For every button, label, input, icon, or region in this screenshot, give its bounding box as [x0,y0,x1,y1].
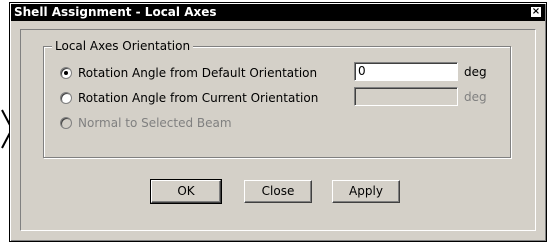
dialog-client-area: Local Axes Orientation Rotation Angle fr… [20,29,536,231]
default-angle-unit: deg [464,65,487,79]
local-axes-orientation-group: Local Axes Orientation Rotation Angle fr… [43,39,511,158]
radio-current-orientation[interactable] [60,92,72,104]
ok-button[interactable]: OK [150,179,222,204]
current-angle-input[interactable] [354,87,458,106]
close-icon[interactable]: × [530,6,542,18]
group-legend: Local Axes Orientation [52,39,194,53]
radio-selected-dot [64,71,68,75]
title-bar[interactable]: Shell Assignment - Local Axes × [11,4,545,21]
default-angle-input[interactable]: 0 [354,62,458,81]
radio-normal-to-beam[interactable] [60,117,72,129]
apply-button[interactable]: Apply [332,180,400,203]
option-label-normal-to-beam[interactable]: Normal to Selected Beam [78,116,232,130]
close-button[interactable]: Close [244,180,312,203]
current-angle-unit: deg [464,90,487,104]
window-title: Shell Assignment - Local Axes [14,5,217,19]
option-label-default-orientation[interactable]: Rotation Angle from Default Orientation [78,66,317,80]
radio-default-orientation[interactable] [60,67,72,79]
shell-assignment-local-axes-dialog: Shell Assignment - Local Axes × Local Ax… [9,2,547,242]
option-label-current-orientation[interactable]: Rotation Angle from Current Orientation [78,91,318,105]
